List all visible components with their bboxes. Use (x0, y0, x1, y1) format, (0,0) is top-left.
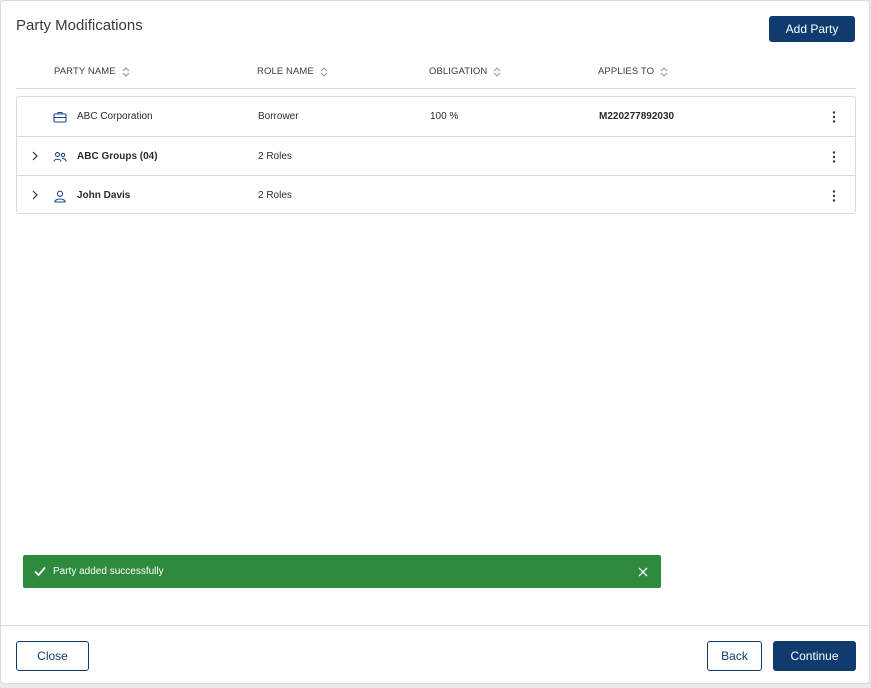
page-title: Party Modifications (16, 17, 143, 34)
users-icon (52, 149, 68, 165)
column-label: OBLIGATION (429, 66, 488, 77)
table-row: ABC Corporation Borrower 100 % M22027789… (17, 97, 855, 136)
role-name: 2 Roles (258, 151, 292, 162)
party-name: ABC Corporation (77, 111, 153, 122)
role-name: Borrower (258, 111, 299, 122)
footer: Close Back Continue (1, 625, 869, 685)
back-button[interactable]: Back (707, 641, 762, 671)
obligation: 100 % (430, 111, 459, 122)
column-label: ROLE NAME (257, 66, 314, 77)
chevron-right-icon[interactable] (29, 149, 41, 163)
user-icon (52, 188, 68, 204)
more-options-icon[interactable] (829, 149, 839, 165)
sort-icon (660, 66, 668, 77)
table-row: John Davis 2 Roles (17, 175, 855, 214)
more-options-icon[interactable] (829, 109, 839, 125)
party-name: ABC Groups (04) (77, 151, 158, 162)
success-toast: Party added successfully (23, 555, 661, 588)
sort-icon (122, 66, 130, 77)
sort-icon (320, 66, 328, 77)
table-row: ABC Groups (04) 2 Roles (17, 136, 855, 175)
close-icon[interactable] (637, 565, 649, 577)
add-party-button[interactable]: Add Party (769, 16, 855, 42)
column-header-applies-to[interactable]: APPLIES TO (598, 66, 668, 77)
column-label: APPLIES TO (598, 66, 655, 77)
party-table: ABC Corporation Borrower 100 % M22027789… (16, 96, 856, 214)
chevron-right-icon[interactable] (29, 188, 41, 202)
party-name: John Davis (77, 190, 131, 201)
toast-message: Party added successfully (53, 566, 164, 577)
sort-icon (494, 66, 501, 77)
column-header-party-name[interactable]: PARTY NAME (54, 66, 130, 77)
column-header-obligation[interactable]: OBLIGATION (429, 66, 501, 77)
applies-to-link[interactable]: M220277892030 (599, 97, 674, 136)
column-header-role-name[interactable]: ROLE NAME (257, 66, 328, 77)
column-label: PARTY NAME (54, 66, 116, 77)
continue-button[interactable]: Continue (773, 641, 856, 671)
close-button[interactable]: Close (16, 641, 89, 671)
party-modifications-panel: Party Modifications Add Party PARTY NAME… (0, 0, 870, 684)
table-header: PARTY NAME ROLE NAME OBLIGATION APPLIES … (16, 59, 856, 89)
role-name: 2 Roles (258, 190, 292, 201)
more-options-icon[interactable] (829, 188, 839, 204)
check-icon (33, 564, 47, 578)
briefcase-icon (52, 109, 68, 125)
